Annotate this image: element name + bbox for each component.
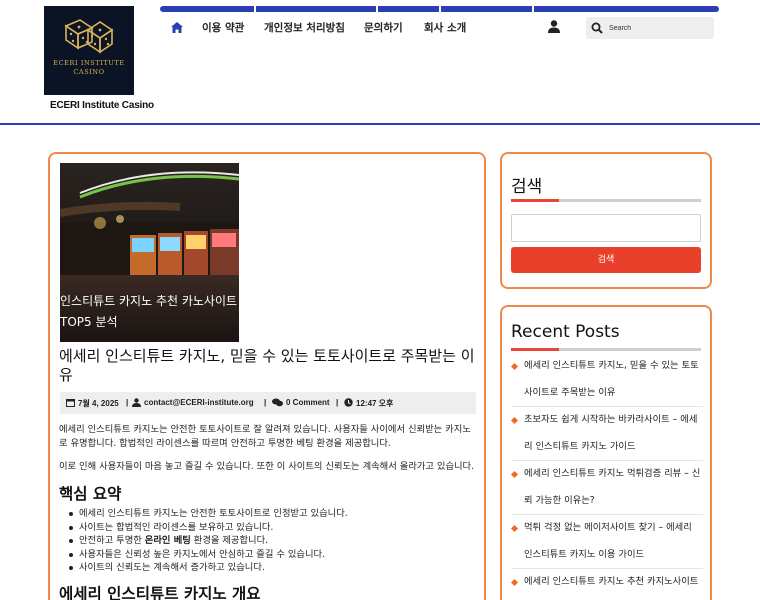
summary-list: 에세리 인스티튜트 카지노는 안전한 토토사이트로 인정받고 있습니다. 사이트… — [69, 507, 479, 575]
list-item: 안전하고 투명한 온라인 베팅 환경을 제공합니다. — [69, 534, 479, 548]
post-meta: 7월 4, 2025 | contact@ECERI-institute.org… — [60, 392, 476, 414]
thumbnail-caption: 인스티튜트 카지노 추천 카노사이트 TOP5 분석 — [60, 294, 238, 329]
logo-text: ECERI INSTITUTE CASINO — [44, 59, 134, 77]
article-thumbnail[interactable]: 인스티튜트 카지노 추천 카노사이트 TOP5 분석 — [60, 163, 239, 342]
list-item-text: 환경을 제공합니다. — [190, 535, 269, 547]
online-betting-link[interactable]: 온라인 베팅 — [145, 535, 191, 546]
meta-separator: | — [336, 398, 339, 407]
site-title[interactable]: ECERI Institute Casino — [50, 100, 154, 111]
article-card: 인스티튜트 카지노 추천 카노사이트 TOP5 분석 에세리 인스티튜트 카지노… — [48, 152, 486, 600]
recent-posts-list: 에세리 인스티튜트 카지노, 믿을 수 있는 토토사이트로 주목받는 이유 초보… — [511, 353, 703, 596]
recent-post-link[interactable]: 에세리 인스티튜트 카지노, 믿을 수 있는 토토사이트로 주목받는 이유 — [511, 353, 703, 407]
search-widget-title: 검색 — [511, 177, 543, 197]
sidebar-search-input[interactable] — [511, 214, 701, 242]
list-item: 사이트의 신뢰도는 계속해서 증가하고 있습니다. — [69, 561, 479, 575]
recent-post-link[interactable]: 초보자도 쉽게 시작하는 바카라사이트 – 에세리 인스티튜트 카지노 가이드 — [511, 407, 703, 461]
dice-icon — [64, 19, 114, 54]
post-title[interactable]: 에세리 인스티튜트 카지노, 믿을 수 있는 토토사이트로 주목받는 이유 — [59, 347, 479, 385]
recent-post-link[interactable]: 에세리 인스티튜트 카지노 추천 카지노사이트 — [511, 569, 703, 596]
author-icon — [132, 398, 141, 407]
nav-item-terms[interactable]: 이용 약관 — [202, 20, 244, 35]
article-paragraph-2: 이로 인해 사용자들이 마음 놓고 즐길 수 있습니다. 또한 이 사이트의 신… — [59, 461, 475, 472]
nav-top-bar — [160, 6, 719, 12]
post-author[interactable]: contact@ECERI-institute.org — [144, 398, 254, 407]
article-paragraph-1: 에세리 인스티튜트 카지노는 안전한 토토사이트로 잘 알려져 있습니다. 사용… — [59, 424, 471, 449]
sidebar-recent-posts: Recent Posts 에세리 인스티튜트 카지노, 믿을 수 있는 토토사이… — [500, 305, 712, 600]
list-item: 사용자들은 신뢰성 높은 카지노에서 안심하고 즐길 수 있습니다. — [69, 548, 479, 562]
nav-item-privacy[interactable]: 개인정보 처리방침 — [264, 20, 345, 35]
recent-posts-title: Recent Posts — [511, 322, 620, 342]
post-date[interactable]: 7월 4, 2025 — [78, 398, 119, 409]
list-item-text: 안전하고 투명한 — [79, 535, 145, 547]
recent-post-link[interactable]: 에세리 인스티튜트 카지노 먹튀검증 리뷰 – 신뢰 가능한 이유는? — [511, 461, 703, 515]
site-logo[interactable]: ECERI INSTITUTE CASINO — [44, 6, 134, 95]
nav-item-contact[interactable]: 문의하기 — [364, 20, 403, 35]
meta-separator: | — [264, 398, 267, 407]
calendar-icon — [66, 399, 75, 407]
search-icon[interactable] — [591, 22, 603, 34]
meta-separator: | — [126, 398, 129, 407]
comments-icon — [272, 398, 283, 407]
recent-post-link[interactable]: 먹튀 걱정 없는 메이저사이트 찾기 – 에세리 인스티튜트 카지노 이용 가이… — [511, 515, 703, 569]
overview-heading: 에세리 인스티튜트 카지노 개요 — [59, 585, 261, 600]
clock-icon — [344, 398, 353, 407]
search-input[interactable] — [609, 20, 709, 36]
summary-heading: 핵심 요약 — [59, 485, 122, 503]
nav-item-about[interactable]: 회사 소개 — [424, 20, 466, 35]
widget-title-underline — [511, 199, 701, 202]
logo-line-2: CASINO — [73, 68, 105, 76]
header-divider — [0, 123, 760, 125]
list-item: 사이트는 합법적인 라이센스를 보유하고 있습니다. — [69, 521, 479, 535]
sidebar-search-button[interactable]: 검색 — [511, 247, 701, 273]
list-item: 에세리 인스티튜트 카지노는 안전한 토토사이트로 인정받고 있습니다. — [69, 507, 479, 521]
post-comments[interactable]: 0 Comment — [286, 398, 330, 407]
widget-title-underline — [511, 348, 701, 351]
sidebar-search-widget: 검색 검색 — [500, 152, 712, 289]
user-icon[interactable] — [548, 20, 560, 33]
home-icon[interactable] — [171, 22, 183, 33]
logo-line-1: ECERI INSTITUTE — [53, 59, 125, 67]
header-search — [586, 17, 714, 39]
post-time: 12:47 오후 — [356, 399, 394, 408]
